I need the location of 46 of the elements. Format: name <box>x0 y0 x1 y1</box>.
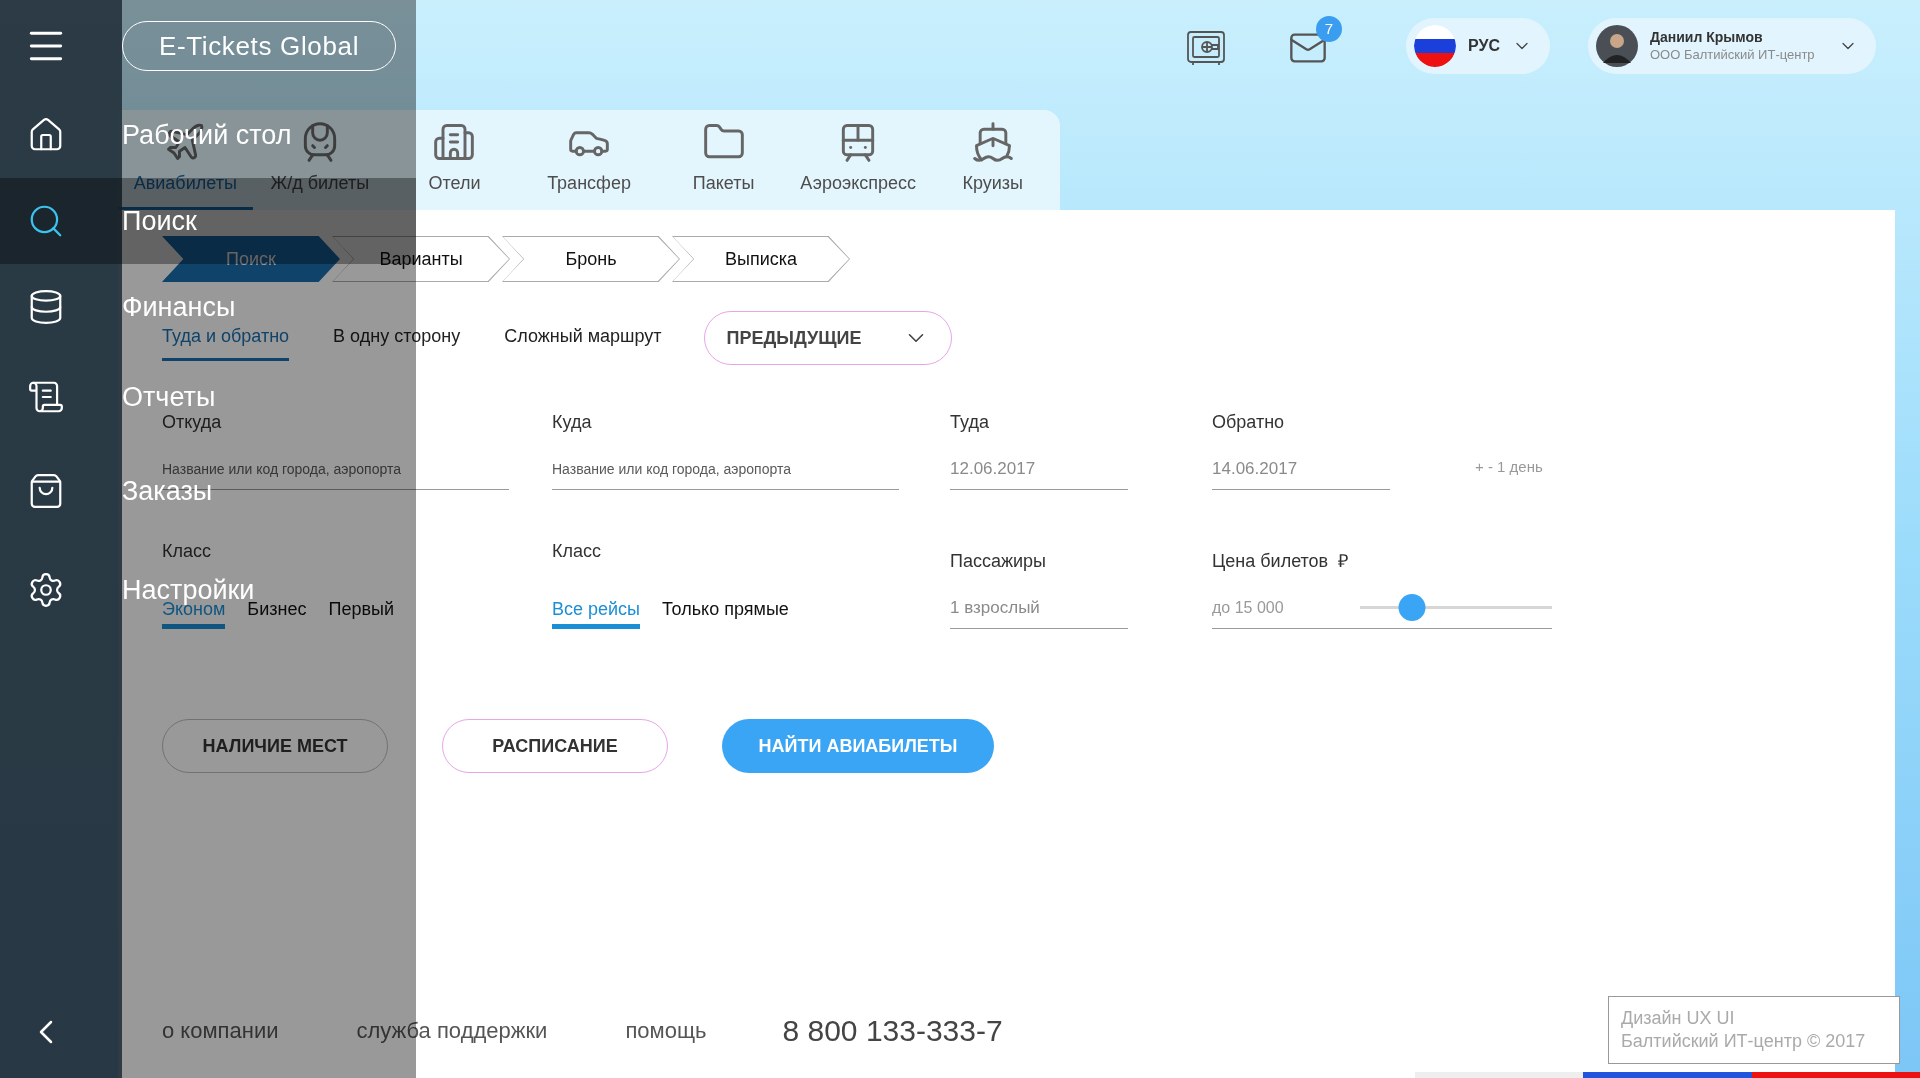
field-label: Обратно <box>1212 411 1286 434</box>
footer-link[interactable]: помощь <box>625 1013 707 1047</box>
flag-icon <box>1414 25 1457 67</box>
safe-icon[interactable] <box>1186 28 1227 68</box>
slider-thumb[interactable] <box>1398 594 1426 621</box>
credits-line: Балтийский ИТ-центр © 2017 <box>1621 1030 1867 1053</box>
category-tab[interactable]: Круизы <box>925 110 1061 210</box>
category-tab[interactable]: Аэроэкспресс <box>790 110 926 210</box>
category-tab[interactable]: Пакеты <box>656 110 791 210</box>
category-tab[interactable]: Трансфер <box>521 110 657 210</box>
option-tab[interactable]: Только прямые <box>662 595 789 629</box>
price-value: до 15 000 <box>1212 597 1285 618</box>
step-arrow: Поиск <box>162 236 340 282</box>
language-selector[interactable]: РУС <box>1406 18 1550 74</box>
menu-item[interactable]: Поиск <box>122 207 197 235</box>
phone-number: 8 800 133-333-7 <box>782 1012 1003 1049</box>
field-label: Класс <box>162 541 212 561</box>
field-label: Пассажиры <box>950 550 1047 573</box>
input-field[interactable]: Название или код города, аэропорта <box>552 448 899 490</box>
user-name: Даниил Крымов <box>1650 28 1763 46</box>
credits-line: Дизайн UX UI <box>1621 1007 1736 1030</box>
ship-icon <box>970 120 1015 164</box>
field-label: Класс <box>552 541 602 561</box>
field-label: Откуда <box>162 411 223 434</box>
field-label: Туда <box>950 411 990 434</box>
option-tab[interactable]: Все рейсы <box>552 595 641 629</box>
user-menu[interactable]: Даниил Крымов ООО Балтийский ИТ-центр <box>1588 18 1876 74</box>
trip-type-tab[interactable]: Сложный маршрут <box>504 315 662 361</box>
action-button[interactable]: РАСПИСАНИЕ <box>442 719 668 773</box>
avatar <box>1596 25 1638 67</box>
action-button[interactable]: НАЛИЧИЕ МЕСТ <box>162 719 388 773</box>
field-label: Цена билетов <box>1212 550 1329 573</box>
user-company: ООО Балтийский ИТ-центр <box>1650 46 1815 64</box>
option-tab[interactable]: Первый <box>328 595 394 629</box>
logo[interactable]: E-Tickets Global <box>122 21 396 71</box>
trip-type-tab[interactable]: Туда и обратно <box>162 315 290 361</box>
date-field[interactable]: 14.06.2017 <box>1212 448 1390 490</box>
notification-badge: 7 <box>1316 16 1343 42</box>
footer-link[interactable]: о компании <box>162 1013 279 1047</box>
field-label: Куда <box>552 411 593 434</box>
date-field[interactable]: 12.06.2017 <box>950 448 1128 490</box>
currency-sign: ₽ <box>1338 550 1349 573</box>
trip-type-tab[interactable]: В одну сторону <box>333 315 461 361</box>
step-arrow: Выписка <box>672 236 850 282</box>
date-field[interactable]: 1 взрослый <box>950 587 1128 629</box>
category-tab[interactable]: Отели <box>387 110 522 210</box>
